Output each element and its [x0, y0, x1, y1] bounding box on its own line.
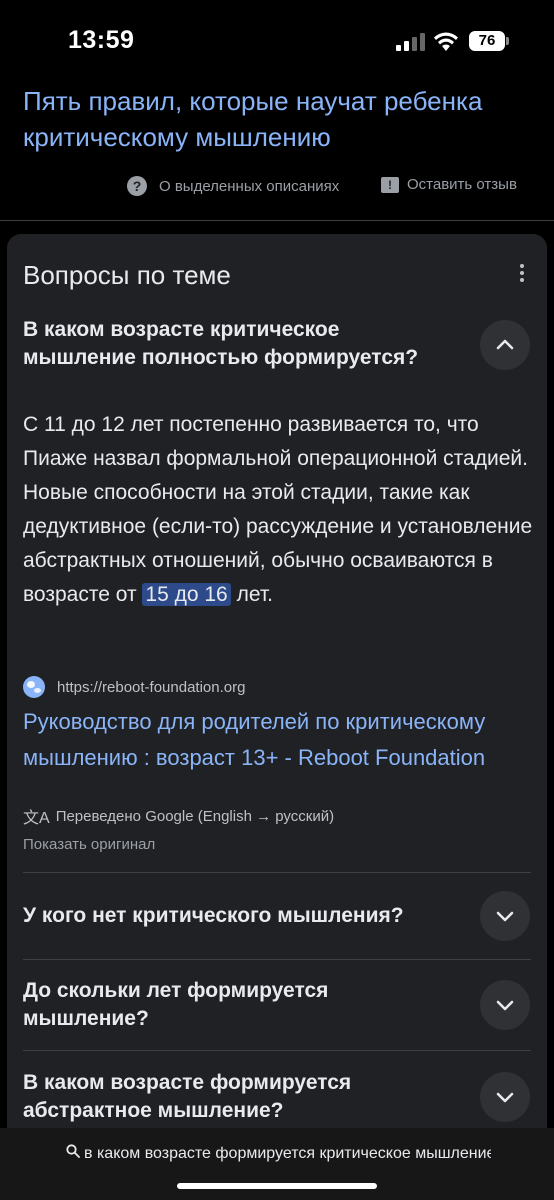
show-original-link[interactable]: Показать оригинал	[23, 836, 155, 853]
translate-icon: 文A	[23, 810, 50, 827]
about-snippets-link[interactable]: ? О выделенных описаниях	[127, 176, 339, 196]
collapse-button[interactable]	[480, 320, 530, 370]
screen: 13:59 76 Пять правил, которые научат реб…	[0, 0, 554, 1200]
source-row[interactable]: https://reboot-foundation.org	[23, 676, 245, 698]
answer-highlight: 15 до 16	[142, 583, 231, 606]
result-title-link[interactable]: Пять правил, которые научат ребенка крит…	[23, 83, 533, 155]
translated-label: Переведено Google (English → русский)	[55, 807, 335, 825]
answer-text-end: лет.	[230, 583, 273, 606]
related-question-3[interactable]: В каком возрасте формируется абстрактное…	[23, 1069, 403, 1125]
battery-icon: 76	[469, 31, 505, 51]
bottom-search-query[interactable]: в каком возрасте формируется критическое…	[66, 1144, 491, 1163]
help-icon: ?	[127, 176, 147, 196]
related-question-2[interactable]: До скольки лет формируется мышление?	[23, 977, 383, 1033]
translation-note: 文A Переведено Google (English → русский)	[23, 804, 334, 828]
bottom-search-bar[interactable]: в каком возрасте формируется критическое…	[0, 1128, 554, 1200]
card-title: Вопросы по теме	[23, 260, 231, 290]
answer-text: С 11 до 12 лет постепенно развивается то…	[23, 408, 533, 612]
about-snippets-label: О выделенных описаниях	[159, 177, 340, 195]
wifi-icon	[434, 32, 458, 51]
bottom-search-text: в каком возрасте формируется критическое…	[84, 1145, 491, 1162]
search-icon	[66, 1144, 80, 1158]
battery-tip	[506, 37, 509, 45]
expanded-question[interactable]: В каком возрасте критическое мышление по…	[23, 316, 443, 372]
answer-text-part: С 11 до 12 лет постепенно развивается то…	[23, 413, 533, 606]
expand-button-3[interactable]	[480, 1072, 530, 1122]
feedback-link[interactable]: ! Оставить отзыв	[381, 176, 517, 193]
divider	[23, 959, 531, 960]
expand-button-2[interactable]	[480, 980, 530, 1030]
divider	[23, 872, 531, 873]
chevron-down-icon	[496, 1000, 514, 1011]
divider	[0, 220, 554, 221]
status-time: 13:59	[68, 26, 135, 54]
cellular-signal-icon	[396, 33, 426, 51]
feedback-label: Оставить отзыв	[407, 176, 517, 193]
more-options-icon[interactable]	[512, 264, 532, 288]
globe-icon	[23, 676, 45, 698]
chevron-up-icon	[496, 339, 514, 350]
source-url: https://reboot-foundation.org	[57, 678, 246, 696]
feedback-row: ? О выделенных описаниях ! Оставить отзы…	[0, 176, 554, 202]
chevron-down-icon	[496, 1092, 514, 1103]
expand-button-1[interactable]	[480, 891, 530, 941]
feedback-icon: !	[381, 176, 399, 193]
divider	[23, 1050, 531, 1051]
source-title-link[interactable]: Руководство для родителей по критическом…	[23, 704, 538, 776]
related-questions-card: Вопросы по теме В каком возрасте критиче…	[7, 234, 547, 1134]
chevron-down-icon	[496, 911, 514, 922]
status-bar: 13:59 76	[0, 0, 554, 80]
related-question-1[interactable]: У кого нет критического мышления?	[23, 902, 443, 930]
home-indicator[interactable]	[177, 1183, 377, 1189]
